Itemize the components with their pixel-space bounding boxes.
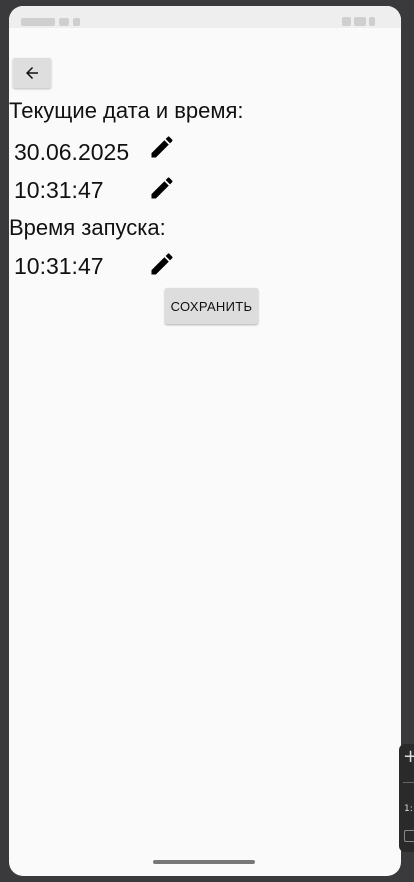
side-toolbar[interactable]: + 1: bbox=[399, 744, 414, 852]
back-button[interactable] bbox=[13, 58, 51, 88]
current-time-value[interactable]: 10:31:47 bbox=[14, 177, 104, 204]
home-indicator[interactable] bbox=[153, 860, 255, 864]
status-bar bbox=[9, 6, 401, 28]
status-time-placeholder bbox=[21, 17, 55, 26]
window-icon[interactable] bbox=[404, 830, 414, 842]
status-bar-left bbox=[21, 11, 91, 26]
arrow-left-icon bbox=[26, 67, 38, 79]
plus-icon[interactable]: + bbox=[403, 748, 414, 766]
pencil-icon[interactable] bbox=[148, 250, 176, 278]
side-toolbar-text: 1: bbox=[404, 804, 413, 814]
launch-time-value[interactable]: 10:31:47 bbox=[14, 253, 104, 280]
current-datetime-label: Текущие дата и время: bbox=[9, 98, 244, 123]
pencil-icon[interactable] bbox=[148, 133, 176, 161]
app-screen: Текущие дата и время: 30.06.2025 10:31:4… bbox=[9, 6, 401, 876]
launch-time-label: Время запуска: bbox=[9, 215, 166, 240]
save-button[interactable]: СОХРАНИТЬ bbox=[165, 288, 258, 324]
current-date-value[interactable]: 30.06.2025 bbox=[14, 139, 129, 166]
notification-icon bbox=[73, 17, 80, 26]
wifi-icon bbox=[342, 17, 351, 26]
divider bbox=[403, 782, 414, 783]
signal-icon bbox=[354, 17, 366, 26]
device-frame: Текущие дата и время: 30.06.2025 10:31:4… bbox=[0, 0, 414, 882]
battery-icon bbox=[369, 17, 375, 26]
notification-icon bbox=[59, 17, 69, 26]
status-bar-right bbox=[339, 11, 375, 26]
pencil-icon[interactable] bbox=[148, 174, 176, 202]
